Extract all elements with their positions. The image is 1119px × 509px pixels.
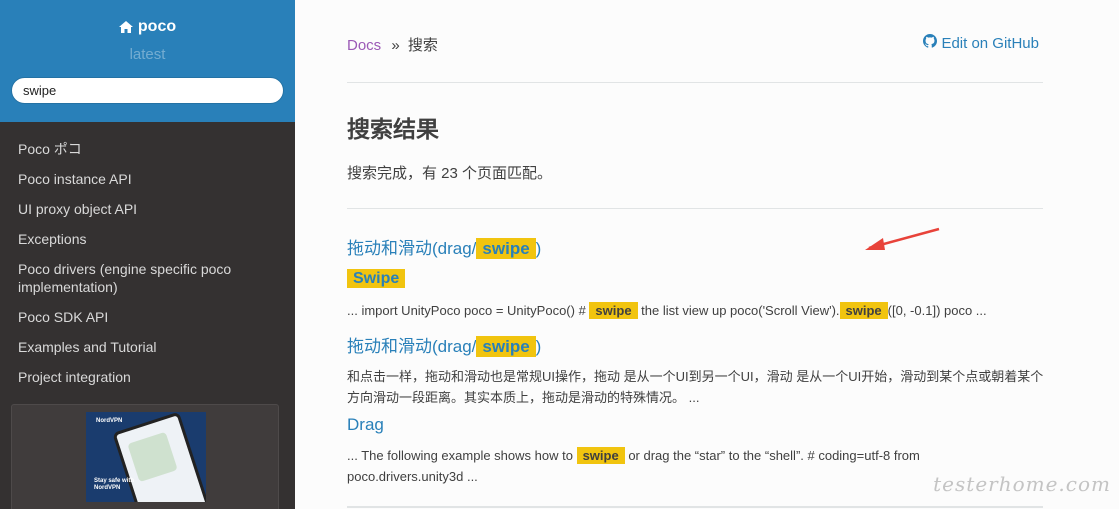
sidebar-item-poco-drivers[interactable]: Poco drivers (engine specific poco imple… xyxy=(0,260,295,296)
result-title-suffix: ) xyxy=(535,337,542,356)
ad-logo: NordVPN xyxy=(96,418,123,424)
search-result-subheading[interactable]: Swipe xyxy=(347,269,406,288)
search-result-context: ... The following example shows how to s… xyxy=(347,445,997,487)
map-illustration xyxy=(127,431,178,483)
github-icon xyxy=(923,34,938,52)
context-text: ... The following example shows how to xyxy=(347,448,573,463)
sidebar: poco latest swipe Poco ポコ Poco instance … xyxy=(0,0,295,509)
sidebar-item-poco-sdk-api[interactable]: Poco SDK API xyxy=(0,308,295,326)
sidebar-item-poco-instance-api[interactable]: Poco instance API xyxy=(0,170,295,188)
sidebar-item-exceptions[interactable]: Exceptions xyxy=(0,230,295,248)
brand-link[interactable]: poco xyxy=(118,18,177,36)
result-title-prefix: 拖动和滑动(drag/ xyxy=(347,239,477,258)
sidebar-header: poco latest swipe xyxy=(0,0,295,122)
search-highlight: Swipe xyxy=(347,269,406,288)
context-text: ... import UnityPoco poco = UnityPoco() … xyxy=(347,303,586,318)
brand-name: poco xyxy=(137,18,177,35)
divider xyxy=(347,208,1043,209)
divider xyxy=(347,82,1043,83)
red-arrow-annotation xyxy=(865,227,940,250)
search-highlight: swipe xyxy=(576,447,625,464)
main-content: Docs » 搜索 Edit on GitHub 搜索结果 搜索完成，有 23 … xyxy=(295,0,1119,509)
search-input[interactable]: swipe xyxy=(11,77,284,104)
home-icon xyxy=(118,21,133,33)
search-highlight: swipe xyxy=(476,238,536,259)
sidebar-item-examples-tutorial[interactable]: Examples and Tutorial xyxy=(0,338,295,356)
ad-image[interactable]: NordVPN Stay safe with NordVPN xyxy=(86,412,206,502)
result-title-suffix: ) xyxy=(535,239,542,258)
search-highlight: swipe xyxy=(589,302,638,319)
ad-container: NordVPN Stay safe with NordVPN xyxy=(11,404,279,509)
edit-on-github-link[interactable]: Edit on GitHub xyxy=(923,34,1039,52)
breadcrumb-separator: » xyxy=(391,37,400,54)
edit-on-github-label: Edit on GitHub xyxy=(941,34,1039,52)
search-result-link[interactable]: 拖动和滑动(drag/swipe) xyxy=(347,332,541,357)
search-result-link[interactable]: Drag xyxy=(347,415,384,435)
search-summary: 搜索完成，有 23 个页面匹配。 xyxy=(347,165,553,182)
watermark: testerhome.com xyxy=(933,472,1111,496)
context-text: ([0, -0.1]) poco ... xyxy=(887,303,987,318)
page-title: 搜索结果 xyxy=(347,116,439,142)
context-text: the list view up poco('Scroll View'). xyxy=(641,303,840,318)
breadcrumb-current: 搜索 xyxy=(407,37,438,54)
search-result-link[interactable]: 拖动和滑动(drag/swipe) xyxy=(347,234,541,259)
result-title-prefix: 拖动和滑动(drag/ xyxy=(347,337,477,356)
ad-text: Stay safe with NordVPN xyxy=(94,478,135,491)
search-result-context: ... import UnityPoco poco = UnityPoco() … xyxy=(347,300,1047,321)
search-result-context: 和点击一样，拖动和滑动也是常规UI操作，拖动 是从一个UI到另一个UI，滑动 是… xyxy=(347,369,1044,405)
sidebar-item-ui-proxy-object-api[interactable]: UI proxy object API xyxy=(0,200,295,218)
search-highlight: swipe xyxy=(476,336,536,357)
breadcrumb-docs-link[interactable]: Docs xyxy=(347,37,381,54)
divider xyxy=(347,506,1043,508)
sidebar-item-poco[interactable]: Poco ポコ xyxy=(0,140,295,158)
sidebar-item-project-integration[interactable]: Project integration xyxy=(0,368,295,386)
breadcrumb: Docs » 搜索 Edit on GitHub xyxy=(347,34,1039,54)
version-label: latest xyxy=(129,46,166,63)
sidebar-nav: Poco ポコ Poco instance API UI proxy objec… xyxy=(0,122,295,386)
search-highlight: swipe xyxy=(839,302,888,319)
